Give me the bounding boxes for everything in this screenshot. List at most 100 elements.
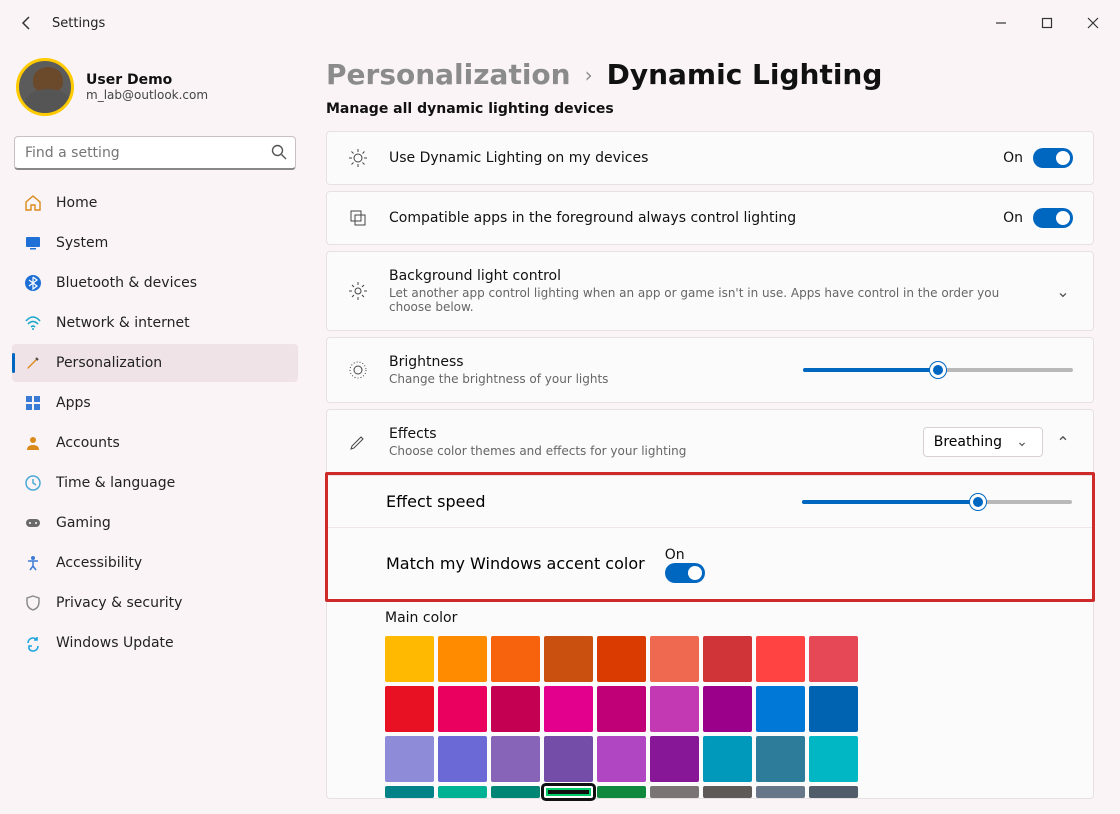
- update-icon: [24, 634, 42, 652]
- effect-speed-slider[interactable]: [802, 500, 1072, 504]
- color-swatch[interactable]: [597, 636, 646, 682]
- main-color-label: Main color: [327, 600, 1093, 636]
- color-swatch[interactable]: [756, 736, 805, 782]
- sidebar-item-accounts[interactable]: Accounts: [12, 424, 298, 462]
- user-email: m_lab@outlook.com: [86, 88, 208, 102]
- color-swatch[interactable]: [385, 736, 434, 782]
- toggle-state: On: [1003, 150, 1023, 166]
- sidebar-item-network[interactable]: Network & internet: [12, 304, 298, 342]
- nav-list: HomeSystemBluetooth & devices Network & i…: [12, 184, 298, 662]
- color-swatch-grid: [327, 636, 1093, 798]
- color-swatch[interactable]: [650, 786, 699, 798]
- color-swatch[interactable]: [703, 636, 752, 682]
- chevron-down-icon: ⌄: [1012, 434, 1032, 450]
- color-swatch[interactable]: [385, 636, 434, 682]
- sidebar: User Demo m_lab@outlook.com HomeSystemBl…: [0, 46, 310, 814]
- sidebar-item-update[interactable]: Windows Update: [12, 624, 298, 662]
- color-swatch[interactable]: [756, 686, 805, 732]
- toggle-state: On: [665, 547, 685, 563]
- sidebar-item-gaming[interactable]: Gaming: [12, 504, 298, 542]
- sidebar-item-privacy[interactable]: Privacy & security: [12, 584, 298, 622]
- breadcrumb-parent[interactable]: Personalization: [326, 58, 571, 91]
- search-input[interactable]: [14, 136, 296, 170]
- color-swatch[interactable]: [491, 636, 540, 682]
- color-swatch[interactable]: [438, 636, 487, 682]
- color-swatch[interactable]: [756, 786, 805, 798]
- sidebar-item-apps[interactable]: Apps: [12, 384, 298, 422]
- lighting-icon: [347, 148, 369, 168]
- color-swatch[interactable]: [703, 786, 752, 798]
- row-title: Match my Windows accent color: [386, 554, 645, 573]
- color-swatch[interactable]: [438, 686, 487, 732]
- sidebar-item-label: Windows Update: [56, 635, 174, 651]
- sidebar-item-home[interactable]: Home: [12, 184, 298, 222]
- sidebar-item-label: Gaming: [56, 515, 111, 531]
- row-background-light-control[interactable]: Background light control Let another app…: [326, 251, 1094, 331]
- sidebar-item-system[interactable]: System: [12, 224, 298, 262]
- toggle-compatible-apps[interactable]: [1033, 208, 1073, 228]
- main-content: Personalization › Dynamic Lighting Manag…: [310, 46, 1120, 814]
- color-swatch[interactable]: [544, 686, 593, 732]
- row-effect-speed: Effect speed: [328, 476, 1092, 528]
- color-swatch[interactable]: [809, 736, 858, 782]
- color-swatch[interactable]: [597, 736, 646, 782]
- color-swatch[interactable]: [650, 686, 699, 732]
- color-swatch[interactable]: [809, 786, 858, 798]
- row-subtitle: Choose color themes and effects for your…: [389, 444, 903, 458]
- color-swatch[interactable]: [703, 736, 752, 782]
- sidebar-item-time[interactable]: Time & language: [12, 464, 298, 502]
- color-swatch[interactable]: [438, 786, 487, 798]
- brightness-slider[interactable]: [803, 368, 1073, 372]
- search-icon: [270, 143, 288, 165]
- color-swatch[interactable]: [491, 786, 540, 798]
- color-swatch[interactable]: [544, 736, 593, 782]
- avatar: [16, 58, 74, 116]
- color-swatch[interactable]: [385, 786, 434, 798]
- sidebar-item-label: Accessibility: [56, 555, 142, 571]
- back-arrow-icon: [19, 15, 35, 31]
- toggle-use-dynamic[interactable]: [1033, 148, 1073, 168]
- color-swatch[interactable]: [756, 636, 805, 682]
- toggle-match-accent[interactable]: [665, 563, 705, 583]
- row-title: Brightness: [389, 354, 783, 370]
- row-match-accent-color: Match my Windows accent color On: [328, 528, 1092, 599]
- row-use-dynamic-lighting[interactable]: Use Dynamic Lighting on my devices On: [326, 131, 1094, 185]
- minimize-button[interactable]: [978, 0, 1024, 46]
- user-block[interactable]: User Demo m_lab@outlook.com: [12, 54, 298, 132]
- color-swatch[interactable]: [438, 736, 487, 782]
- color-swatch[interactable]: [491, 686, 540, 732]
- search-box[interactable]: [14, 136, 296, 170]
- sidebar-item-personalization[interactable]: Personalization: [12, 344, 298, 382]
- brush-icon: [347, 432, 369, 452]
- close-button[interactable]: [1070, 0, 1116, 46]
- color-swatch[interactable]: [597, 686, 646, 732]
- color-swatch[interactable]: [650, 736, 699, 782]
- page-subheading: Manage all dynamic lighting devices: [326, 101, 1094, 117]
- maximize-button[interactable]: [1024, 0, 1070, 46]
- color-swatch[interactable]: [544, 636, 593, 682]
- color-swatch[interactable]: [809, 636, 858, 682]
- row-compatible-apps[interactable]: Compatible apps in the foreground always…: [326, 191, 1094, 245]
- color-swatch[interactable]: [491, 736, 540, 782]
- sidebar-item-label: Privacy & security: [56, 595, 182, 611]
- sidebar-item-accessibility[interactable]: Accessibility: [12, 544, 298, 582]
- color-swatch[interactable]: [703, 686, 752, 732]
- color-swatch[interactable]: [809, 686, 858, 732]
- sidebar-item-bluetooth[interactable]: Bluetooth & devices: [12, 264, 298, 302]
- color-swatch[interactable]: [385, 686, 434, 732]
- color-swatch[interactable]: [597, 786, 646, 798]
- row-subtitle: Let another app control lighting when an…: [389, 286, 1033, 314]
- back-button[interactable]: [4, 0, 50, 46]
- minimize-icon: [995, 17, 1007, 29]
- user-name: User Demo: [86, 72, 208, 88]
- row-effects: Effects Choose color themes and effects …: [326, 409, 1094, 799]
- chevron-up-icon[interactable]: ⌃: [1053, 433, 1073, 452]
- sidebar-item-label: Network & internet: [56, 315, 190, 331]
- effects-select[interactable]: Breathing ⌄: [923, 427, 1043, 457]
- color-swatch[interactable]: [544, 786, 593, 798]
- time-icon: [24, 474, 42, 492]
- color-swatch[interactable]: [650, 636, 699, 682]
- accessibility-icon: [24, 554, 42, 572]
- window-title: Settings: [52, 16, 105, 31]
- row-title: Effect speed: [386, 492, 485, 511]
